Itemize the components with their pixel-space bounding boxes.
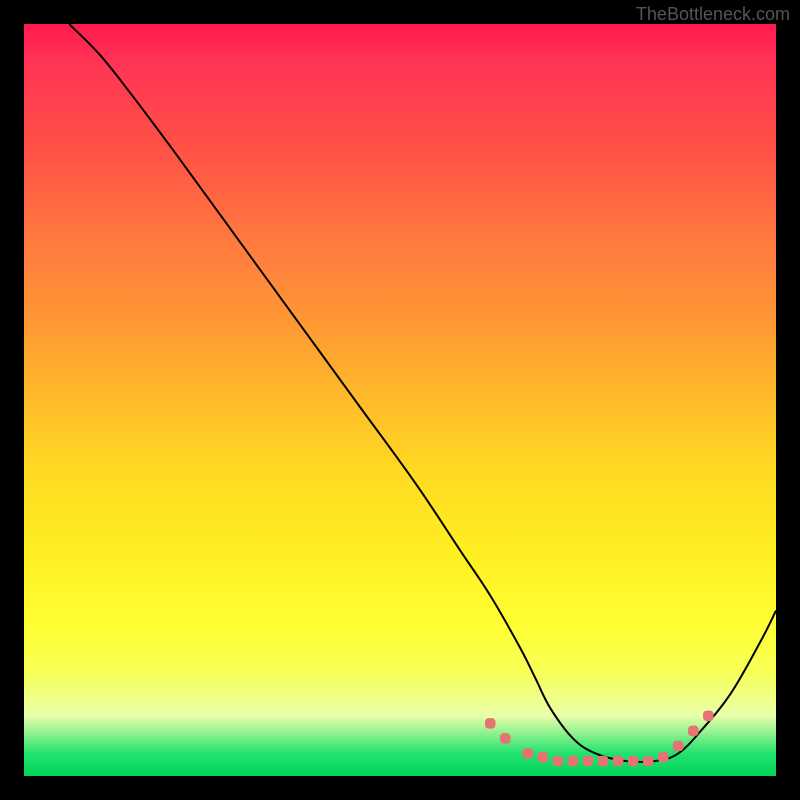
optimal-marker [658,752,669,763]
optimal-marker [703,711,714,722]
bottleneck-curve-svg [24,24,776,776]
optimal-marker [583,756,594,767]
bottleneck-curve-path [69,24,776,762]
optimal-marker [485,718,496,729]
optimal-marker [673,741,684,752]
optimal-marker [553,756,564,767]
optimal-marker [568,756,579,767]
optimal-marker [643,756,654,767]
optimal-range-markers [24,24,776,776]
optimal-marker [613,756,624,767]
optimal-marker [538,752,549,763]
optimal-marker [598,756,609,767]
optimal-marker [628,756,639,767]
optimal-marker [688,726,699,737]
optimal-marker [500,733,511,744]
attribution-text: TheBottleneck.com [636,4,790,25]
optimal-marker [523,748,534,759]
chart-plot-area [24,24,776,776]
